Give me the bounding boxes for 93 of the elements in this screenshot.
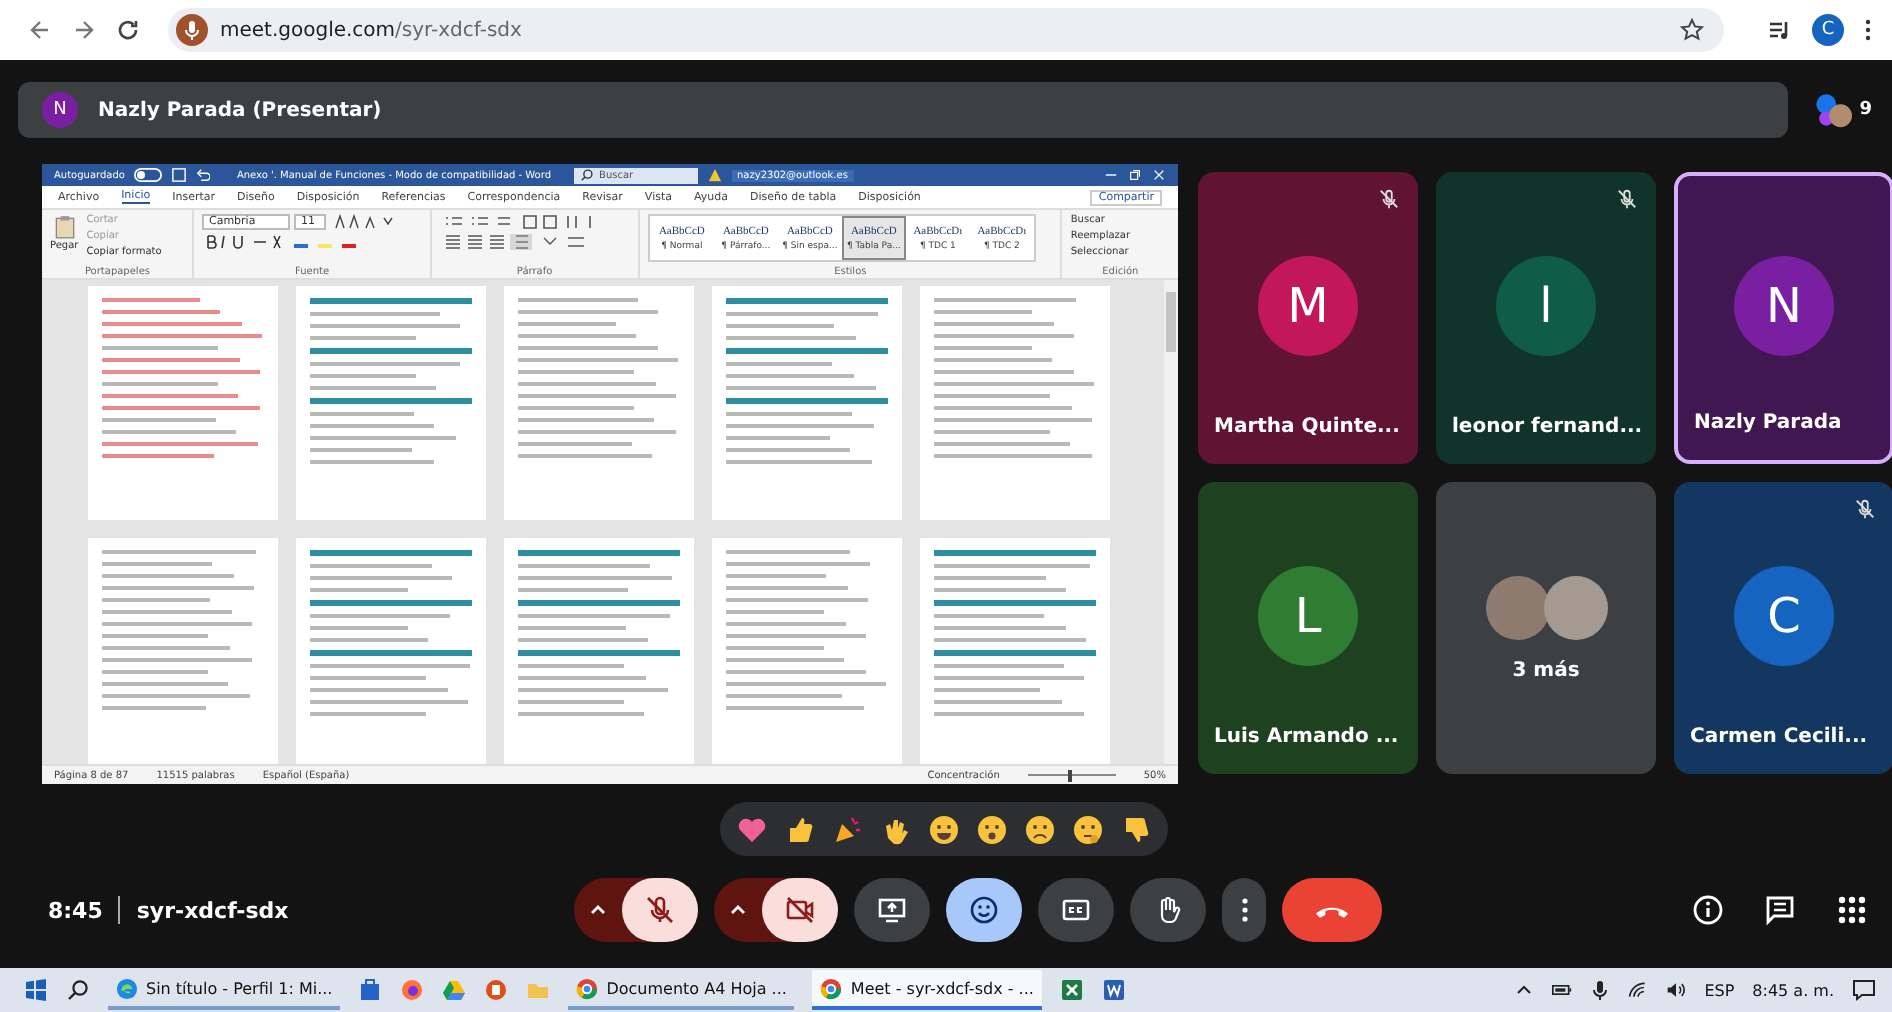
url-text: meet.google.com/syr-xdcf-sdx <box>220 19 524 41</box>
address-bar[interactable]: meet.google.com/syr-xdcf-sdx <box>168 8 1724 52</box>
taskbar-window-button[interactable]: Sin título - Perfil 1: Mi... <box>108 970 341 1010</box>
participant-name: Nazly Parada <box>1694 412 1842 434</box>
heart-emoji-icon[interactable] <box>736 813 768 845</box>
participant-count-button[interactable]: 9 <box>1811 90 1872 130</box>
meeting-code: syr-xdcf-sdx <box>136 897 289 923</box>
laugh-emoji-icon[interactable] <box>928 813 960 845</box>
sad-emoji-icon[interactable] <box>1024 813 1056 845</box>
more-participants-tile[interactable]: 3 más <box>1436 482 1656 774</box>
keyboard-language[interactable]: ESP <box>1704 981 1735 999</box>
triangle-logo-icon[interactable] <box>442 978 467 1002</box>
photo-placeholder <box>1543 575 1607 639</box>
participant-name: leonor fernand... <box>1452 416 1643 438</box>
participant-tile[interactable]: C Carmen Cecili... <box>1674 482 1892 774</box>
participant-avatar: N <box>1734 256 1834 356</box>
more-options-button[interactable] <box>1222 878 1266 942</box>
save-icon[interactable] <box>172 168 187 182</box>
microphone-icon[interactable] <box>1590 980 1611 1000</box>
search-icon <box>579 168 594 182</box>
media-control-icon[interactable] <box>1768 18 1792 42</box>
more-participants-label: 3 más <box>1512 659 1580 681</box>
info-icon[interactable] <box>1692 894 1724 926</box>
restore-icon[interactable] <box>1128 168 1142 182</box>
captions-icon <box>1060 894 1092 926</box>
hand-button[interactable] <box>1130 878 1206 942</box>
app-icon[interactable] <box>400 978 425 1002</box>
toggle-icon[interactable] <box>134 168 163 182</box>
presenter-name: Nazly Parada (Presentar) <box>98 99 382 121</box>
present-button[interactable] <box>854 878 930 942</box>
wifi-icon[interactable] <box>1628 980 1649 1000</box>
thumbs-down-emoji-icon[interactable] <box>1120 813 1152 845</box>
participant-avatar: L <box>1258 566 1358 666</box>
notifications-icon[interactable] <box>1852 978 1876 1002</box>
participant-name: Carmen Cecili... <box>1690 726 1868 748</box>
participant-name: Martha Quinte... <box>1214 416 1400 438</box>
search-icon[interactable] <box>66 978 90 1002</box>
participant-avatar: M <box>1258 256 1358 356</box>
present-screen-icon <box>876 894 908 926</box>
battery-icon[interactable] <box>1552 980 1573 1000</box>
reload-icon[interactable] <box>116 18 140 42</box>
back-icon[interactable] <box>28 18 52 42</box>
forward-icon[interactable] <box>72 18 96 42</box>
thinking-emoji-icon[interactable] <box>1072 813 1104 845</box>
photo-placeholder <box>1485 575 1549 639</box>
profile-avatar[interactable]: C <box>1812 14 1844 46</box>
menu-icon[interactable] <box>1864 18 1872 42</box>
star-icon[interactable] <box>1680 18 1704 42</box>
microphone-toggle-button[interactable] <box>622 878 698 942</box>
captions-button[interactable] <box>1038 878 1114 942</box>
meeting-time: 8:45 <box>48 897 103 923</box>
windows-start-icon[interactable] <box>24 978 48 1002</box>
presenter-avatar: N <box>42 92 78 128</box>
surprised-emoji-icon[interactable] <box>976 813 1008 845</box>
store-icon[interactable] <box>358 978 383 1002</box>
participant-tile[interactable]: M Martha Quinte... <box>1198 172 1418 464</box>
chat-icon[interactable] <box>1764 894 1796 926</box>
smiley-icon <box>968 894 1000 926</box>
swirl-icon <box>116 977 138 999</box>
microphone-off-icon <box>644 894 676 926</box>
apps-grid-icon[interactable] <box>1836 894 1868 926</box>
speaker-icon[interactable] <box>1666 980 1687 1000</box>
avatar-stack-icon <box>1811 90 1852 130</box>
participant-tile[interactable]: l leonor fernand... <box>1436 172 1656 464</box>
warning-icon <box>707 168 722 182</box>
undo-icon[interactable] <box>196 168 211 182</box>
clipboard-icon <box>53 214 76 240</box>
party-emoji-icon[interactable] <box>832 813 864 845</box>
minimize-icon[interactable] <box>1104 168 1118 182</box>
taskbar-window-button[interactable]: Documento A4 Hoja ... <box>568 970 795 1010</box>
close-icon[interactable] <box>1152 168 1166 182</box>
leave-call-button[interactable] <box>1282 878 1382 942</box>
presenter-bar[interactable]: N Nazly Parada (Presentar) <box>18 82 1788 138</box>
spreadsheet-app-icon[interactable] <box>1059 978 1084 1002</box>
thumbs-up-emoji-icon[interactable] <box>784 813 816 845</box>
more-options-icon <box>1241 898 1247 922</box>
participant-tile[interactable]: N Nazly Parada <box>1674 172 1892 464</box>
camera-toggle-button[interactable] <box>762 878 838 942</box>
participant-avatar: C <box>1734 566 1834 666</box>
taskbar-window-button[interactable]: Meet - syr-xdcf-sdx - ... <box>812 970 1042 1010</box>
participant-tile[interactable]: L Luis Armando ... <box>1198 482 1418 774</box>
browser-logo-icon <box>576 977 599 999</box>
camera-off-icon <box>784 894 816 926</box>
participant-avatar: l <box>1496 256 1596 356</box>
clock[interactable]: 8:45 a. m. <box>1752 981 1834 999</box>
participant-name: Luis Armando ... <box>1214 726 1399 748</box>
emoji-button[interactable] <box>946 878 1022 942</box>
document-app-icon[interactable] <box>1101 978 1126 1002</box>
microphone-icon <box>176 14 208 46</box>
app-icon[interactable] <box>484 978 509 1002</box>
phone-hang-up-icon <box>1316 903 1348 917</box>
scrollbar[interactable] <box>1164 280 1178 764</box>
browser-logo-icon <box>820 977 843 999</box>
